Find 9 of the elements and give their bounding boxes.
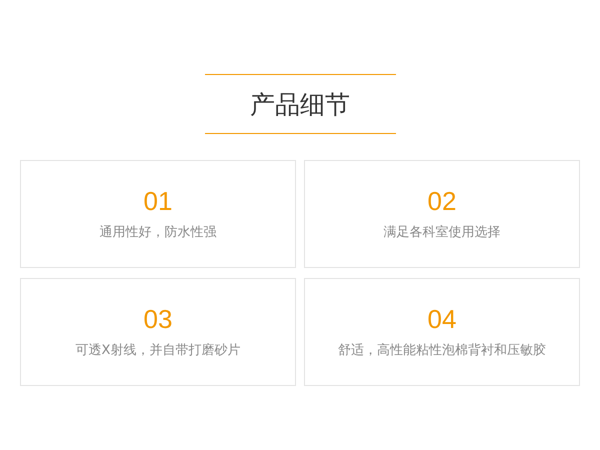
feature-text: 可透X射线，并自带打磨砂片 [76, 342, 240, 360]
feature-text: 舒适，高性能粘性泡棉背衬和压敏胶 [338, 342, 546, 360]
feature-text: 满足各科室使用选择 [384, 224, 500, 242]
feature-number: 02 [428, 186, 456, 216]
feature-number: 03 [144, 304, 172, 334]
feature-number: 01 [144, 186, 172, 216]
feature-number: 04 [428, 304, 456, 334]
feature-text: 通用性好，防水性强 [100, 224, 216, 242]
section-title: 产品细节 [250, 88, 350, 120]
